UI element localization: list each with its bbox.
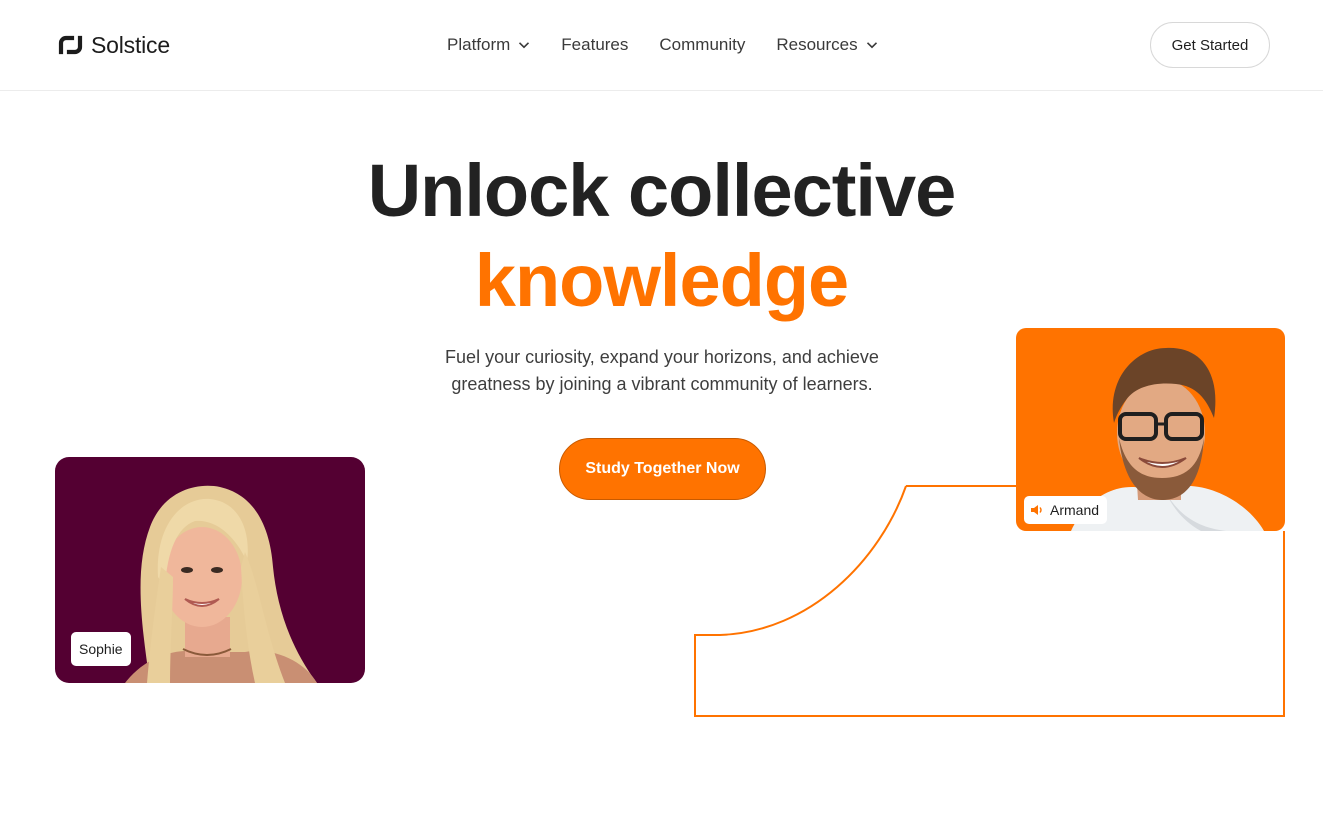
brand-logo[interactable]: Solstice — [58, 31, 170, 59]
nav-item-label: Platform — [447, 35, 511, 54]
nav-item-label: Resources — [776, 35, 858, 54]
hero-title-accent: knowledge — [474, 239, 849, 322]
nav-item-label: Features — [561, 35, 629, 54]
hero-title: Unlock collective — [367, 149, 957, 232]
chevron-down-icon — [519, 42, 530, 49]
nav-item-label: Community — [659, 35, 746, 54]
participant-name: Armand — [1050, 502, 1100, 518]
nav-item-resources[interactable]: Resources — [776, 34, 877, 56]
nav-item-platform[interactable]: Platform — [447, 34, 530, 56]
main-nav: Platform Features Community Resources — [447, 34, 878, 56]
participant-name-tag: Armand — [1024, 496, 1108, 524]
solstice-logo-icon — [58, 35, 83, 55]
participant-card-armand: Armand — [1016, 328, 1285, 531]
participant-name-tag: Sophie — [71, 632, 131, 666]
site-header: Solstice Platform Features Community Res… — [0, 0, 1323, 91]
get-started-button[interactable]: Get Started — [1150, 22, 1270, 68]
study-together-button[interactable]: Study Together Now — [559, 438, 766, 500]
chevron-down-icon — [866, 42, 877, 49]
nav-item-features[interactable]: Features — [561, 34, 628, 56]
nav-item-community[interactable]: Community — [659, 34, 745, 56]
participant-name: Sophie — [79, 641, 123, 657]
hero-subtitle: Fuel your curiosity, expand your horizon… — [445, 347, 879, 394]
speaker-icon — [1031, 505, 1042, 515]
participant-card-sophie: Sophie — [55, 457, 365, 683]
brand-name: Solstice — [91, 32, 170, 58]
